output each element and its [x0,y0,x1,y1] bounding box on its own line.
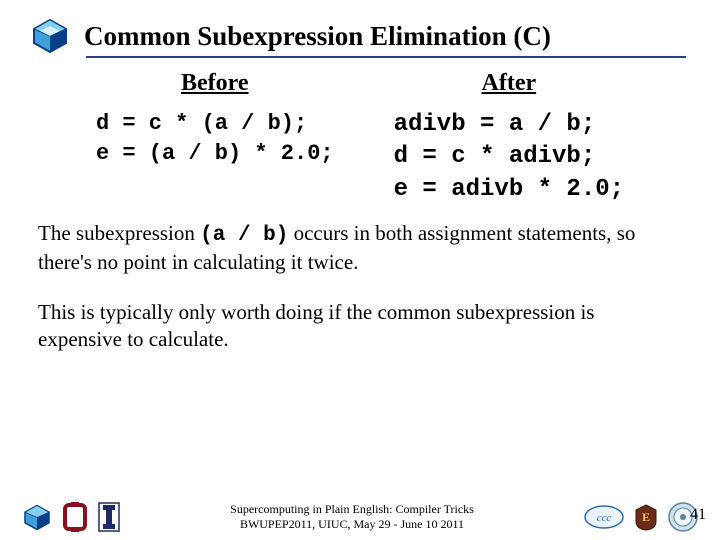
after-code: adivb = a / b; d = c * adivb; e = adivb … [394,109,624,206]
footer-line-1: Supercomputing in Plain English: Compile… [230,502,474,517]
svg-text:ccc: ccc [597,512,612,524]
gem-icon [30,18,70,54]
title-underline [86,56,686,58]
p1-part-a: The subexpression [38,221,200,245]
ccc-logo-icon: ccc [584,505,624,529]
page-number: 41 [690,506,706,524]
footer-right-logos: ccc E [584,502,698,532]
before-code: d = c * (a / b); e = (a / b) * 2.0; [96,109,334,168]
title-row: Common Subexpression Elimination (C) [30,18,690,54]
slide-title: Common Subexpression Elimination (C) [84,21,551,52]
p1-mono: (a / b) [200,224,288,247]
before-header: Before [96,70,334,97]
footer: Supercomputing in Plain English: Compile… [0,502,720,532]
svg-text:E: E [642,510,650,524]
footer-line-2: BWUPEP2011, UIUC, May 29 - June 10 2011 [230,517,474,532]
bc-logo-icon: E [634,503,658,531]
after-header: After [394,70,624,97]
footer-left-logos [22,502,120,532]
paragraph-1: The subexpression (a / b) occurs in both… [38,220,682,277]
slide: Common Subexpression Elimination (C) Bef… [0,0,720,540]
code-columns: Before d = c * (a / b); e = (a / b) * 2.… [30,70,690,206]
after-column: After adivb = a / b; d = c * adivb; e = … [394,70,624,206]
ou-logo-icon [62,502,88,532]
gem-icon [22,504,52,531]
paragraph-2: This is typically only worth doing if th… [38,299,682,354]
footer-text: Supercomputing in Plain English: Compile… [230,502,474,532]
uiuc-logo-icon [98,502,120,532]
before-column: Before d = c * (a / b); e = (a / b) * 2.… [96,70,334,206]
